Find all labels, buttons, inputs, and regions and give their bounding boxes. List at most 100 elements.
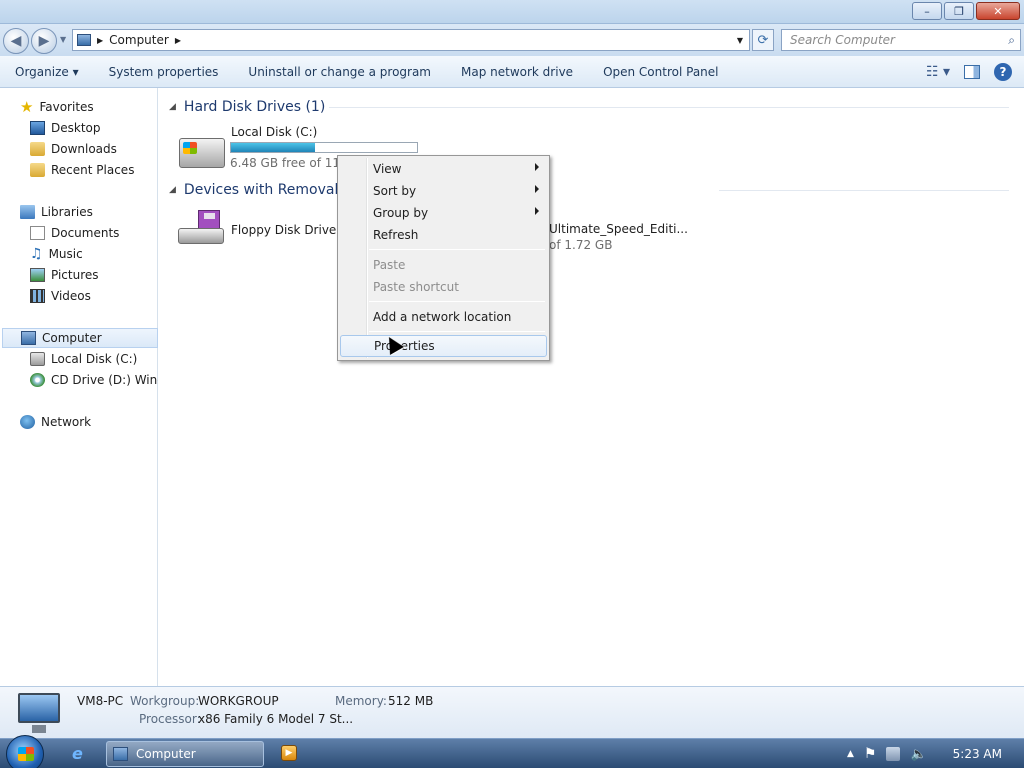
details-pane: VM8-PC Workgroup: WORKGROUP Memory: 512 … — [0, 686, 1024, 738]
refresh-button[interactable]: ⟳ — [752, 29, 774, 51]
clock-time[interactable]: 5:23 AM — [953, 747, 1002, 761]
videos-icon — [30, 289, 45, 303]
sidebar-item-label: Libraries — [41, 205, 93, 219]
sidebar-item-label: Desktop — [51, 121, 101, 135]
floppy-disk-icon — [198, 210, 220, 230]
sidebar-item-documents[interactable]: Documents — [30, 223, 119, 243]
star-icon: ★ — [20, 98, 34, 116]
sidebar-item-pictures[interactable]: Pictures — [30, 265, 99, 285]
local-disk-name[interactable]: Local Disk (C:) — [231, 125, 317, 139]
search-icon[interactable]: ⌕ — [1008, 33, 1015, 48]
libraries-icon — [20, 205, 35, 219]
open-control-panel-button[interactable]: Open Control Panel — [588, 56, 733, 88]
navigation-pane: ★ Favorites Desktop Downloads Recent Pla… — [0, 88, 158, 686]
menu-item-sort-by[interactable]: Sort by — [340, 180, 547, 202]
menu-item-properties[interactable]: Properties — [340, 335, 547, 357]
sidebar-item-downloads[interactable]: Downloads — [30, 139, 117, 159]
menu-item-label: Group by — [373, 206, 429, 220]
sidebar-item-network[interactable]: Network — [20, 412, 91, 432]
floppy-drive-name[interactable]: Floppy Disk Drive (A — [231, 223, 353, 237]
menu-item-refresh[interactable]: Refresh — [340, 224, 547, 246]
sidebar-item-favorites[interactable]: ★ Favorites — [20, 97, 94, 117]
downloads-folder-icon — [30, 142, 45, 156]
taskbar-button-label: Computer — [136, 747, 196, 761]
system-properties-button[interactable]: System properties — [94, 56, 234, 88]
computer-icon — [77, 34, 91, 46]
network-status-icon[interactable] — [886, 747, 901, 761]
organize-button[interactable]: Organize ▾ — [0, 56, 94, 88]
sidebar-item-desktop[interactable]: Desktop — [30, 118, 101, 138]
window-controls: – ❐ ✕ — [912, 2, 1020, 20]
breadcrumb-chevron-icon[interactable]: ▶ — [97, 36, 103, 45]
sidebar-item-recent-places[interactable]: Recent Places — [30, 160, 134, 180]
preview-pane-icon[interactable] — [964, 65, 980, 79]
search-input[interactable]: Search Computer ⌕ — [781, 29, 1021, 51]
taskbar-button-computer[interactable]: Computer — [106, 741, 264, 767]
media-player-icon[interactable]: ▶ — [281, 745, 297, 761]
map-network-drive-button[interactable]: Map network drive — [446, 56, 588, 88]
sidebar-item-local-disk[interactable]: Local Disk (C:) — [30, 349, 137, 369]
show-hidden-icons-icon[interactable]: ▲ — [847, 749, 854, 759]
sidebar-item-videos[interactable]: Videos — [30, 286, 91, 306]
computer-monitor-icon — [18, 693, 60, 733]
forward-button[interactable]: ▶ — [31, 28, 57, 54]
breadcrumb-computer[interactable]: Computer — [109, 33, 169, 47]
local-disk-drive-icon[interactable] — [179, 138, 225, 168]
workgroup-label: Workgroup: — [130, 694, 200, 708]
help-button[interactable]: ? — [994, 63, 1012, 81]
menu-separator — [369, 249, 545, 250]
floppy-drive-icon[interactable] — [178, 210, 224, 244]
sidebar-item-libraries[interactable]: Libraries — [20, 202, 93, 222]
close-button[interactable]: ✕ — [976, 2, 1020, 20]
view-controls: ☷ ▾ ? — [926, 56, 1024, 88]
command-bar: Organize ▾ System properties Uninstall o… — [0, 56, 1024, 88]
menu-item-label: View — [373, 162, 402, 176]
uninstall-program-button[interactable]: Uninstall or change a program — [233, 56, 446, 88]
menu-item-add-network-location[interactable]: Add a network location — [340, 306, 547, 328]
window-titlebar: – ❐ ✕ — [0, 0, 1024, 24]
start-button[interactable] — [6, 735, 44, 768]
group-header-removable-devices[interactable]: ◢ Devices with Removable — [169, 180, 1009, 200]
address-dropdown-icon[interactable]: ▼ — [737, 36, 743, 45]
group-divider — [329, 107, 1009, 108]
music-icon: ♫ — [30, 246, 43, 262]
notification-area: ▲ ⚑ 🔈 5:23 AM — [847, 739, 1024, 768]
collapse-triangle-icon[interactable]: ◢ — [169, 185, 176, 195]
collapse-triangle-icon[interactable]: ◢ — [169, 102, 176, 112]
menu-item-view[interactable]: View — [340, 158, 547, 180]
drive-base-icon — [178, 228, 224, 244]
back-arrow-icon: ◀ — [10, 33, 22, 49]
network-icon — [20, 415, 35, 429]
sidebar-item-label: Network — [41, 415, 92, 429]
menu-item-label: Add a network location — [373, 310, 512, 324]
sidebar-item-music[interactable]: ♫ Music — [30, 244, 83, 264]
sidebar-item-label: Music — [48, 247, 83, 261]
refresh-icon: ⟳ — [757, 32, 769, 48]
context-menu: View Sort by Group by Refresh Paste Past… — [337, 155, 550, 361]
recent-pages-chevron-icon[interactable]: ▼ — [60, 35, 66, 44]
address-bar[interactable]: ▶ Computer ▶ ▼ — [72, 29, 750, 51]
content-pane[interactable]: ◢ Hard Disk Drives (1) Local Disk (C:) 6… — [159, 88, 1024, 686]
internet-explorer-icon[interactable]: e — [72, 744, 83, 763]
menu-item-label: Paste — [373, 258, 406, 272]
computer-icon — [21, 331, 36, 345]
sidebar-item-label: Documents — [51, 226, 120, 240]
breadcrumb-chevron-icon[interactable]: ▶ — [175, 36, 181, 45]
submenu-arrow-icon — [535, 163, 539, 171]
windows-logo-icon — [183, 142, 197, 154]
minimize-button[interactable]: – — [912, 2, 942, 20]
workgroup-value: WORKGROUP — [198, 694, 279, 708]
sidebar-item-cd-drive[interactable]: CD Drive (D:) Windo — [30, 370, 158, 390]
group-header-label: Devices with Removable — [183, 182, 356, 198]
change-view-icon[interactable]: ☷ ▾ — [926, 64, 950, 80]
sidebar-item-computer[interactable]: Computer — [2, 328, 158, 348]
volume-muted-icon[interactable]: 🔈 — [910, 747, 926, 762]
group-header-hard-disk-drives[interactable]: ◢ Hard Disk Drives (1) — [169, 97, 1009, 117]
action-center-flag-icon[interactable]: ⚑ — [864, 746, 877, 762]
maximize-button[interactable]: ❐ — [944, 2, 974, 20]
cd-drive-name[interactable]: Ultimate_Speed_Editi... — [549, 222, 688, 236]
submenu-arrow-icon — [535, 185, 539, 193]
menu-item-group-by[interactable]: Group by — [340, 202, 547, 224]
back-button[interactable]: ◀ — [3, 28, 29, 54]
pc-name: VM8-PC — [77, 694, 124, 708]
